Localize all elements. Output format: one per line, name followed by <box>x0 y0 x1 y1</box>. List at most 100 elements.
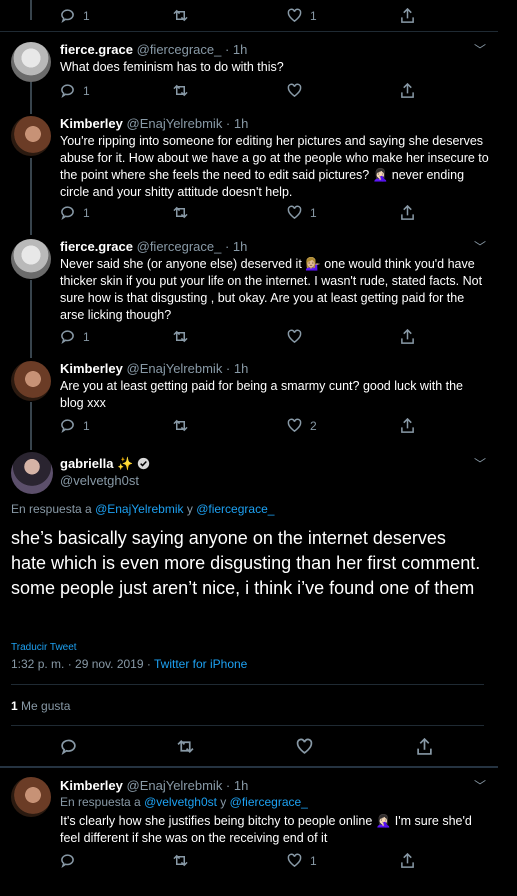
heart-icon <box>287 853 302 868</box>
share-button[interactable] <box>400 853 415 868</box>
like-button[interactable]: 2 <box>287 418 317 433</box>
retweet-icon <box>173 854 188 867</box>
user-name[interactable]: Kimberley <box>60 778 123 793</box>
user-name[interactable]: fierce.grace <box>60 239 133 254</box>
reply-button[interactable]: 1 <box>60 205 90 220</box>
retweet-button[interactable] <box>173 8 196 23</box>
tweet[interactable]: Kimberley @EnajYelrebmik · 1h ﹀ En respu… <box>0 768 498 896</box>
reply-button[interactable]: 1 <box>60 83 90 98</box>
share-button[interactable] <box>400 8 415 23</box>
tweet[interactable]: Kimberley @EnajYelrebmik · 1h You're rip… <box>0 104 498 228</box>
share-button[interactable] <box>400 329 415 344</box>
like-button[interactable] <box>287 329 310 344</box>
reply-button[interactable]: 1 <box>60 418 90 433</box>
user-handle: @EnajYelrebmik · 1h <box>126 778 249 793</box>
like-button[interactable] <box>296 738 313 755</box>
reply-count: 1 <box>83 205 90 220</box>
retweet-button[interactable] <box>177 738 194 755</box>
likes-row[interactable]: 1 Me gusta <box>11 699 70 713</box>
avatar[interactable] <box>11 361 51 401</box>
user-name[interactable]: Kimberley <box>60 361 123 376</box>
tweet-text: What does feminism has to do with this? <box>60 60 284 74</box>
reply-user-link[interactable]: @EnajYelrebmik <box>95 502 183 516</box>
user-handle: @EnajYelrebmik · 1h <box>126 361 249 376</box>
retweet-button[interactable] <box>173 205 196 220</box>
share-icon <box>401 205 414 220</box>
like-button[interactable]: 1 <box>287 205 317 220</box>
tweet-header: fierce.grace @fiercegrace_ · 1h <box>60 239 247 254</box>
reply-user-link[interactable]: @fiercegrace_ <box>196 502 274 516</box>
user-name[interactable]: Kimberley <box>60 116 123 131</box>
tweet-text: Are you at least getting paid for being … <box>60 379 464 410</box>
reply-button[interactable]: 1 <box>60 329 90 344</box>
tweet-actions: 1 1 <box>60 8 460 24</box>
share-button[interactable] <box>400 83 415 98</box>
heart-icon <box>296 738 313 754</box>
retweet-button[interactable] <box>173 329 196 344</box>
share-button[interactable] <box>416 738 433 755</box>
reply-and: y <box>186 502 193 516</box>
source-link[interactable]: Twitter for iPhone <box>154 657 247 671</box>
retweet-icon <box>173 206 188 219</box>
share-icon <box>401 853 414 868</box>
reply-prefix: En respuesta a <box>11 502 92 516</box>
reply-context: En respuesta a @EnajYelrebmik y @fierceg… <box>11 502 274 516</box>
reply-button[interactable] <box>60 853 83 868</box>
user-handle: @velvetgh0st <box>60 473 139 488</box>
like-button[interactable]: 1 <box>287 8 317 23</box>
tweet-actions: 1 <box>60 83 460 99</box>
tweet[interactable]: 1 1 <box>0 0 498 30</box>
chevron-down-icon[interactable]: ﹀ <box>474 777 486 794</box>
avatar[interactable] <box>11 42 51 82</box>
share-icon <box>401 418 414 433</box>
timestamp: 1:32 p. m. · 29 nov. 2019 · <box>11 657 151 671</box>
chevron-down-icon[interactable]: ﹀ <box>474 455 486 472</box>
timestamp-row: 1:32 p. m. · 29 nov. 2019 · Twitter for … <box>11 657 247 671</box>
share-icon <box>401 8 414 23</box>
reply-user-link[interactable]: @fiercegrace_ <box>230 795 308 809</box>
tweet-actions: 1 <box>60 329 460 345</box>
tweet-actions: 1 <box>60 853 460 869</box>
like-count: 1 <box>310 853 317 868</box>
share-icon <box>401 329 414 344</box>
reply-icon <box>61 739 76 755</box>
reply-context: En respuesta a @velvetgh0st y @fiercegra… <box>60 795 308 809</box>
avatar[interactable] <box>11 452 53 494</box>
retweet-button[interactable] <box>173 83 196 98</box>
share-icon <box>417 738 432 755</box>
tweet[interactable]: fierce.grace @fiercegrace_ · 1h ﹀ What d… <box>0 32 498 104</box>
retweet-icon <box>173 9 188 22</box>
retweet-icon <box>177 739 194 754</box>
retweet-button[interactable] <box>173 418 196 433</box>
verified-icon <box>137 457 150 470</box>
main-tweet-text: she’s basically saying anyone on the int… <box>11 528 481 598</box>
like-button[interactable]: 1 <box>287 853 317 868</box>
translate-link[interactable]: Traducir Tweet <box>11 642 77 653</box>
tweet[interactable]: Kimberley @EnajYelrebmik · 1h Are you at… <box>0 350 498 442</box>
reply-button[interactable] <box>60 738 77 755</box>
user-name[interactable]: fierce.grace <box>60 42 133 57</box>
chevron-down-icon[interactable]: ﹀ <box>474 41 486 58</box>
reply-user-link[interactable]: @velvetgh0st <box>144 795 217 809</box>
tweet-header: Kimberley @EnajYelrebmik · 1h <box>60 116 248 131</box>
heart-icon <box>287 418 302 433</box>
avatar[interactable] <box>11 777 51 817</box>
chevron-down-icon[interactable]: ﹀ <box>474 238 486 255</box>
share-button[interactable] <box>400 205 415 220</box>
reply-count: 1 <box>83 8 90 23</box>
tweet[interactable]: fierce.grace @fiercegrace_ · 1h ﹀ Never … <box>0 228 498 350</box>
reply-count: 1 <box>83 418 90 433</box>
avatar[interactable] <box>11 116 51 156</box>
share-button[interactable] <box>400 418 415 433</box>
tweet-header: Kimberley @EnajYelrebmik · 1h <box>60 778 248 793</box>
tweet-header: gabriella ✨ <box>60 456 150 472</box>
retweet-icon <box>173 84 188 97</box>
separator <box>11 725 484 726</box>
reply-icon <box>61 9 74 23</box>
user-name[interactable]: gabriella ✨ <box>60 456 133 471</box>
tweet-text: Never said she (or anyone else) deserved… <box>60 257 483 322</box>
like-button[interactable] <box>287 83 310 98</box>
retweet-button[interactable] <box>173 853 196 868</box>
avatar[interactable] <box>11 239 51 279</box>
reply-button[interactable]: 1 <box>60 8 90 23</box>
